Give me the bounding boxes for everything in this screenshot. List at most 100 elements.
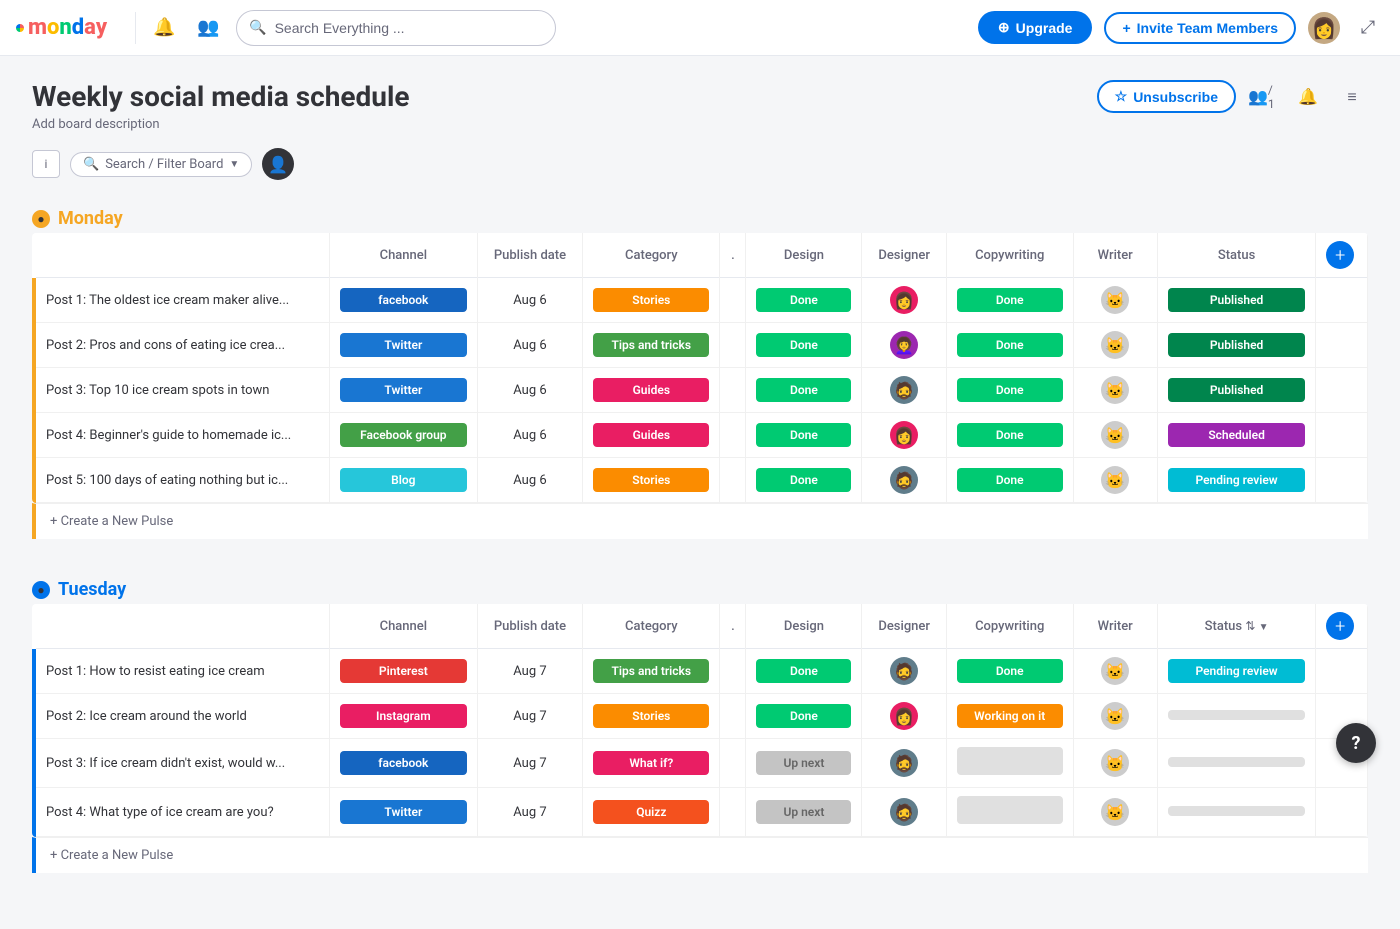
- menu-icon[interactable]: ≡: [1336, 81, 1368, 113]
- activity-icon[interactable]: 🔔: [1292, 81, 1324, 113]
- add-column-button-tue[interactable]: +: [1326, 612, 1354, 640]
- row-designer[interactable]: 👩: [862, 278, 946, 323]
- info-button[interactable]: i: [32, 150, 60, 178]
- row-category[interactable]: Stories: [583, 694, 720, 739]
- row-status[interactable]: Pending review: [1157, 649, 1315, 694]
- row-channel[interactable]: Pinterest: [329, 649, 477, 694]
- row-writer[interactable]: 🐱: [1073, 694, 1157, 739]
- row-title[interactable]: Post 1: The oldest ice cream maker alive…: [34, 278, 329, 323]
- row-title[interactable]: Post 2: Ice cream around the world: [34, 694, 329, 739]
- row-designer[interactable]: 🧔: [862, 368, 946, 413]
- row-design[interactable]: Done: [746, 413, 862, 458]
- table-row[interactable]: Post 1: How to resist eating ice cream P…: [34, 649, 1368, 694]
- row-design[interactable]: Done: [746, 694, 862, 739]
- row-channel[interactable]: Twitter: [329, 788, 477, 837]
- col-header-add-tue[interactable]: +: [1316, 604, 1368, 649]
- col-header-add[interactable]: +: [1316, 233, 1368, 278]
- row-designer[interactable]: 👩: [862, 413, 946, 458]
- row-copywriting[interactable]: Working on it: [946, 694, 1073, 739]
- table-row[interactable]: Post 4: What type of ice cream are you? …: [34, 788, 1368, 837]
- search-input[interactable]: [275, 20, 544, 36]
- row-category[interactable]: Stories: [583, 458, 720, 503]
- row-status[interactable]: [1157, 694, 1315, 739]
- row-title[interactable]: Post 4: Beginner's guide to homemade ic.…: [34, 413, 329, 458]
- unsubscribe-button[interactable]: ☆ Unsubscribe: [1097, 80, 1236, 113]
- table-row[interactable]: Post 2: Pros and cons of eating ice crea…: [34, 323, 1368, 368]
- row-writer[interactable]: 🐱: [1073, 788, 1157, 837]
- table-row[interactable]: Post 5: 100 days of eating nothing but i…: [34, 458, 1368, 503]
- row-designer[interactable]: 👩: [862, 694, 946, 739]
- person-filter-button[interactable]: 👤: [262, 148, 294, 180]
- page-description[interactable]: Add board description: [32, 117, 410, 132]
- row-category[interactable]: Stories: [583, 278, 720, 323]
- row-designer[interactable]: 🧔: [862, 788, 946, 837]
- row-status[interactable]: Scheduled: [1157, 413, 1315, 458]
- row-status[interactable]: Published: [1157, 323, 1315, 368]
- expand-icon[interactable]: ⤢: [1352, 12, 1384, 44]
- row-design[interactable]: Done: [746, 278, 862, 323]
- row-design[interactable]: Up next: [746, 739, 862, 788]
- row-status[interactable]: Pending review: [1157, 458, 1315, 503]
- row-channel[interactable]: Twitter: [329, 368, 477, 413]
- notifications-icon[interactable]: 🔔: [148, 12, 180, 44]
- row-writer[interactable]: 🐱: [1073, 458, 1157, 503]
- row-channel[interactable]: facebook: [329, 278, 477, 323]
- table-row[interactable]: Post 1: The oldest ice cream maker alive…: [34, 278, 1368, 323]
- row-channel[interactable]: Twitter: [329, 323, 477, 368]
- row-status[interactable]: Published: [1157, 278, 1315, 323]
- row-writer[interactable]: 🐱: [1073, 649, 1157, 694]
- members-icon[interactable]: 👥/ 1: [1248, 81, 1280, 113]
- row-writer[interactable]: 🐱: [1073, 739, 1157, 788]
- people-icon[interactable]: 👥: [192, 12, 224, 44]
- row-writer[interactable]: 🐱: [1073, 413, 1157, 458]
- help-button[interactable]: ?: [1336, 723, 1376, 763]
- row-status[interactable]: [1157, 739, 1315, 788]
- table-row[interactable]: Post 3: Top 10 ice cream spots in town T…: [34, 368, 1368, 413]
- invite-button[interactable]: + Invite Team Members: [1104, 12, 1296, 44]
- logo[interactable]: monday: [16, 15, 107, 40]
- table-row[interactable]: Post 4: Beginner's guide to homemade ic.…: [34, 413, 1368, 458]
- row-copywriting[interactable]: Done: [946, 323, 1073, 368]
- row-category[interactable]: Guides: [583, 368, 720, 413]
- row-copywriting[interactable]: [946, 788, 1073, 837]
- row-design[interactable]: Done: [746, 323, 862, 368]
- row-category[interactable]: Tips and tricks: [583, 323, 720, 368]
- row-copywriting[interactable]: Done: [946, 413, 1073, 458]
- row-title[interactable]: Post 3: If ice cream didn't exist, would…: [34, 739, 329, 788]
- row-status[interactable]: [1157, 788, 1315, 837]
- row-status[interactable]: Published: [1157, 368, 1315, 413]
- row-title[interactable]: Post 5: 100 days of eating nothing but i…: [34, 458, 329, 503]
- user-avatar[interactable]: 👩: [1308, 12, 1340, 44]
- add-column-button[interactable]: +: [1326, 241, 1354, 269]
- row-designer[interactable]: 🧔: [862, 649, 946, 694]
- row-channel[interactable]: Instagram: [329, 694, 477, 739]
- row-copywriting[interactable]: Done: [946, 458, 1073, 503]
- row-category[interactable]: Quizz: [583, 788, 720, 837]
- row-title[interactable]: Post 3: Top 10 ice cream spots in town: [34, 368, 329, 413]
- row-designer[interactable]: 🧔: [862, 739, 946, 788]
- row-title[interactable]: Post 4: What type of ice cream are you?: [34, 788, 329, 837]
- row-category[interactable]: Tips and tricks: [583, 649, 720, 694]
- row-category[interactable]: What if?: [583, 739, 720, 788]
- table-row[interactable]: Post 3: If ice cream didn't exist, would…: [34, 739, 1368, 788]
- row-title[interactable]: Post 1: How to resist eating ice cream: [34, 649, 329, 694]
- row-copywriting[interactable]: [946, 739, 1073, 788]
- row-writer[interactable]: 🐱: [1073, 368, 1157, 413]
- row-category[interactable]: Guides: [583, 413, 720, 458]
- row-writer[interactable]: 🐱: [1073, 278, 1157, 323]
- filter-bar[interactable]: 🔍 Search / Filter Board ▼: [70, 152, 252, 177]
- row-title[interactable]: Post 2: Pros and cons of eating ice crea…: [34, 323, 329, 368]
- row-copywriting[interactable]: Done: [946, 278, 1073, 323]
- row-channel[interactable]: Facebook group: [329, 413, 477, 458]
- row-copywriting[interactable]: Done: [946, 368, 1073, 413]
- row-copywriting[interactable]: Done: [946, 649, 1073, 694]
- row-writer[interactable]: 🐱: [1073, 323, 1157, 368]
- upgrade-button[interactable]: ⊕ Upgrade: [978, 11, 1093, 44]
- row-design[interactable]: Done: [746, 649, 862, 694]
- row-design[interactable]: Done: [746, 368, 862, 413]
- monday-create-pulse[interactable]: + Create a New Pulse: [32, 503, 1368, 539]
- row-design[interactable]: Up next: [746, 788, 862, 837]
- tuesday-create-pulse[interactable]: + Create a New Pulse: [32, 837, 1368, 873]
- row-channel[interactable]: facebook: [329, 739, 477, 788]
- table-row[interactable]: Post 2: Ice cream around the world Insta…: [34, 694, 1368, 739]
